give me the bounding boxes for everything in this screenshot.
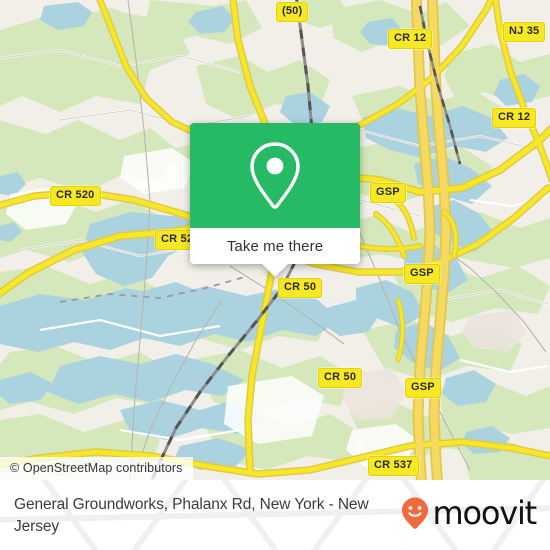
screenshot-root: (50) CR 12 NJ 35 CR 12 CR 520 GSP CR 520 GSP CR …: [0, 0, 550, 550]
road-shield: GSP: [404, 264, 440, 284]
road-shield: CR 520: [50, 186, 101, 206]
map-pin-icon: [250, 141, 300, 209]
road-shield: CR 50: [318, 368, 363, 388]
moovit-brand[interactable]: moovit: [400, 494, 537, 532]
place-title: General Groundworks, Phalanx Rd, New Yor…: [14, 496, 369, 535]
callout-action-bar[interactable]: Take me there: [190, 228, 360, 277]
moovit-smiley-pin-icon: [402, 497, 429, 529]
callout-pointer-tail: [262, 264, 288, 277]
callout-image-panel: [190, 123, 360, 228]
page-footer: General Groundworks, Phalanx Rd, New Yor…: [0, 480, 550, 550]
road-shield: GSP: [370, 183, 406, 203]
road-shield: CR 12: [492, 108, 537, 128]
road-shield: NJ 35: [503, 22, 546, 42]
moovit-wordmark: moovit: [432, 494, 537, 532]
osm-attribution[interactable]: © OpenStreetMap contributors: [0, 457, 193, 480]
road-shield: CR 50: [278, 278, 323, 298]
road-shield: (50): [276, 2, 309, 22]
road-shield: CR 537: [368, 456, 419, 476]
road-shield: CR 12: [388, 29, 433, 49]
take-me-there-label: Take me there: [226, 237, 324, 255]
road-shield: GSP: [405, 378, 441, 398]
location-callout[interactable]: Take me there: [190, 123, 360, 277]
